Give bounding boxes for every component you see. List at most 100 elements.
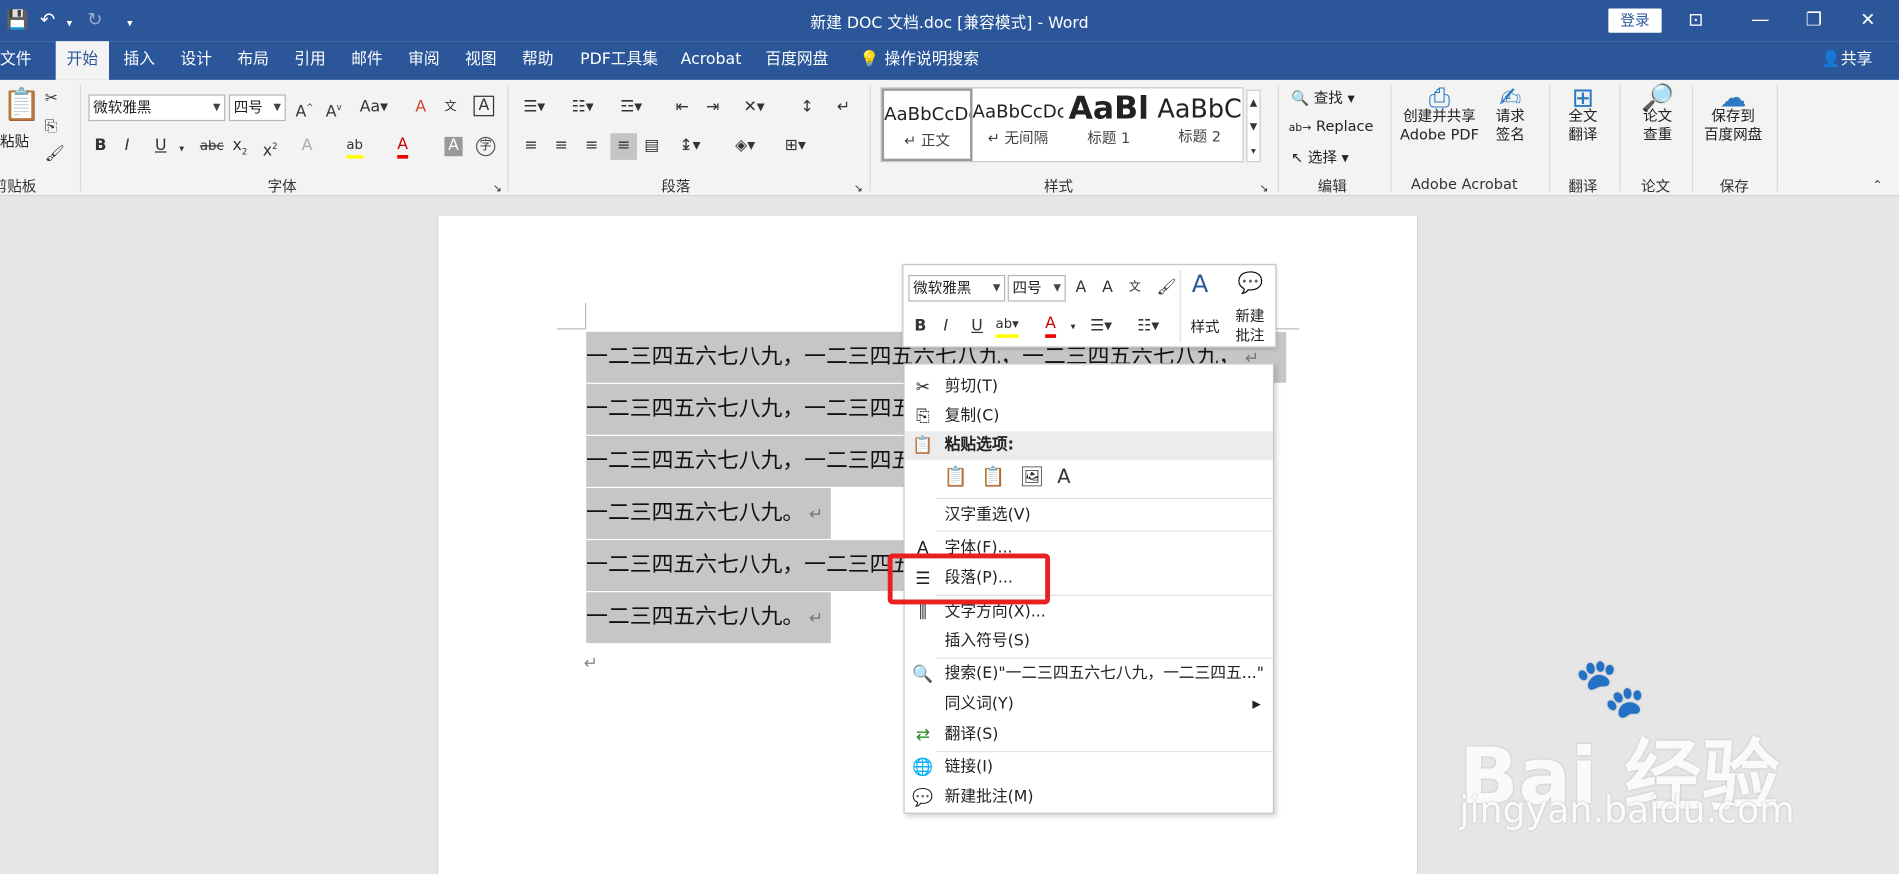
create-pdf-button[interactable]: ⎙ 创建并共享 Adobe PDF <box>1400 85 1479 144</box>
mini-new-comment-label-2[interactable]: 批注 <box>1235 325 1264 346</box>
paste-text-only-icon[interactable]: A <box>1057 467 1070 486</box>
tab-insert[interactable]: 插入 <box>116 41 162 80</box>
style-heading-1[interactable]: AaBl 标题 1 <box>1063 88 1154 161</box>
text-line[interactable]: 一二三四五六七八九，一二三四五六七八九，一二三四五六七八九， <box>586 383 904 435</box>
menu-reconvert[interactable]: 汉字重选(V) <box>905 501 1273 530</box>
align-right-icon[interactable]: ≡ <box>585 137 598 156</box>
text-line[interactable]: 一二三四五六七八九，一二三四五六七八九，一二三四五六七八九， <box>586 540 904 592</box>
italic-icon[interactable]: I <box>125 137 130 156</box>
phonetic-guide-icon[interactable]: 文 <box>444 98 456 117</box>
decrease-indent-icon[interactable]: ⇤ <box>676 98 689 117</box>
grow-font-icon[interactable]: A^ <box>296 98 314 123</box>
distributed-icon[interactable]: ▤ <box>644 137 659 156</box>
copy-icon[interactable]: ⎘ <box>45 117 58 136</box>
tab-help[interactable]: 帮助 <box>515 41 561 80</box>
styles-icon[interactable]: A <box>1192 271 1209 295</box>
tab-layout[interactable]: 布局 <box>230 41 276 80</box>
format-painter-icon[interactable]: 🖌 <box>1157 279 1177 298</box>
paste-label[interactable]: 粘贴 <box>0 131 29 152</box>
tab-baidu-netdisk[interactable]: 百度网盘 <box>758 41 836 80</box>
clear-formatting-icon[interactable]: A <box>415 98 426 117</box>
bold-icon[interactable]: B <box>914 317 926 336</box>
menu-translate[interactable]: ⇄ 翻译(S) <box>905 721 1273 750</box>
chinese-layout-icon[interactable]: ✕▾ <box>744 98 765 117</box>
bullets-icon[interactable]: ☰▾ <box>523 98 545 117</box>
tell-me-search[interactable]: 💡 操作说明搜索 <box>853 41 987 80</box>
style-no-spacing[interactable]: AaBbCcDc ↵ 无间隔 <box>973 88 1064 161</box>
chevron-down-icon[interactable]: ▾ <box>1071 317 1076 336</box>
numbering-icon[interactable]: ☷▾ <box>1137 317 1159 336</box>
subscript-icon[interactable]: x2 <box>233 137 248 162</box>
restore-icon[interactable]: ❐ <box>1806 8 1822 30</box>
format-painter-icon[interactable]: 🖌 <box>45 145 65 164</box>
collapse-ribbon-icon[interactable]: ⌃ <box>1872 177 1882 196</box>
grow-font-icon[interactable]: A <box>1075 279 1086 298</box>
borders-icon[interactable]: ⊞▾ <box>785 137 806 156</box>
menu-insert-symbol[interactable]: 插入符号(S) <box>905 627 1273 656</box>
align-center-icon[interactable]: ≡ <box>555 137 568 156</box>
increase-indent-icon[interactable]: ⇥ <box>706 98 719 117</box>
chevron-down-icon[interactable]: ▾ <box>179 139 184 158</box>
strikethrough-icon[interactable]: abc <box>200 137 224 156</box>
styles-scroll[interactable]: ▲ ▼ ▾ <box>1246 89 1261 163</box>
underline-icon[interactable]: U <box>155 137 167 156</box>
line-spacing-icon[interactable]: ↨▾ <box>679 137 700 156</box>
font-color-icon[interactable]: A <box>1045 315 1056 338</box>
dialog-launcher-icon[interactable]: ↘ <box>493 179 502 198</box>
text-effects-icon[interactable]: A <box>302 137 313 156</box>
justify-icon[interactable]: ≡ <box>610 133 638 160</box>
italic-icon[interactable]: I <box>943 317 948 336</box>
replace-button[interactable]: ab→ Replace <box>1289 117 1374 134</box>
menu-synonyms[interactable]: 同义词(Y) ▶ <box>905 690 1273 719</box>
show-marks-icon[interactable]: ↵ <box>837 98 850 117</box>
phonetic-guide-icon[interactable]: 文 <box>1129 279 1141 298</box>
font-size-combo[interactable]: 四号 ▼ <box>228 94 286 122</box>
tab-home[interactable]: 开始 <box>55 41 110 80</box>
menu-search[interactable]: 🔍 搜索(E)"一二三四五六七八九，一二三四五..." <box>905 660 1273 689</box>
new-comment-icon[interactable]: 💬 <box>1238 273 1264 294</box>
menu-new-comment[interactable]: 💬 新建批注(M) <box>905 784 1273 813</box>
mini-size-combo[interactable]: 四号 ▼ <box>1007 274 1066 302</box>
tab-review[interactable]: 审阅 <box>401 41 447 80</box>
minimize-icon[interactable]: — <box>1751 8 1769 30</box>
font-color-icon[interactable]: A <box>397 136 409 159</box>
tab-design[interactable]: 设计 <box>173 41 219 80</box>
underline-icon[interactable]: U <box>971 317 983 336</box>
text-line[interactable]: 一二三四五六七八九。 ↵ <box>586 488 831 539</box>
enclose-character-icon[interactable]: 字 <box>475 136 496 157</box>
bold-icon[interactable]: B <box>94 137 106 156</box>
sort-icon[interactable]: ↕ <box>801 98 814 117</box>
tab-file[interactable]: 文件 <box>0 41 39 80</box>
request-sign-button[interactable]: ✍ 请求 签名 <box>1496 85 1525 144</box>
ribbon-display-icon[interactable]: ⊡ <box>1688 8 1703 30</box>
highlight-color-icon[interactable]: ab <box>346 136 364 159</box>
paragraph-shading-icon[interactable]: ◈▾ <box>735 137 755 156</box>
superscript-icon[interactable]: x2 <box>263 137 278 162</box>
style-normal[interactable]: AaBbCcDc ↵ 正文 <box>881 88 973 162</box>
tab-pdf-tools[interactable]: PDF工具集 <box>573 41 665 80</box>
close-icon[interactable]: ✕ <box>1860 8 1875 30</box>
style-heading-2[interactable]: AaBbC 标题 2 <box>1154 88 1245 161</box>
paste-icon[interactable]: 📋 <box>2 87 41 123</box>
login-button[interactable]: 登录 <box>1608 8 1662 33</box>
text-line[interactable]: 一二三四五六七八九，一二三四五六七八九，一二三四五六七八九， <box>586 435 904 487</box>
find-button[interactable]: 🔍 查找 ▾ <box>1291 87 1355 108</box>
highlight-color-icon[interactable]: ab▾ <box>995 315 1019 338</box>
paste-keep-source-icon[interactable]: 📋 <box>943 467 967 486</box>
tab-acrobat[interactable]: Acrobat <box>673 41 748 80</box>
paste-picture-icon[interactable]: 🖼 <box>1020 467 1045 486</box>
menu-cut[interactable]: ✂ 剪切(T) <box>905 373 1273 402</box>
mini-font-combo[interactable]: 微软雅黑 ▼ <box>908 274 1006 302</box>
menu-link[interactable]: 🌐 链接(I) <box>905 753 1273 782</box>
share-button[interactable]: 👤共享 <box>1821 41 1872 80</box>
text-line[interactable]: 一二三四五六七八九。 ↵ <box>586 592 831 644</box>
paper-check-button[interactable]: 🔎 论文 查重 <box>1641 85 1674 144</box>
paste-merge-icon[interactable]: 📋 <box>981 467 1005 486</box>
tab-references[interactable]: 引用 <box>287 41 333 80</box>
shading-icon[interactable]: A <box>444 136 463 157</box>
character-border-icon[interactable]: A <box>473 95 495 117</box>
menu-copy[interactable]: ⎘ 复制(C) <box>905 402 1273 431</box>
select-button[interactable]: ↖ 选择 ▾ <box>1291 147 1349 168</box>
align-left-icon[interactable]: ≡ <box>524 137 537 156</box>
mini-new-comment-label-1[interactable]: 新建 <box>1235 305 1264 326</box>
